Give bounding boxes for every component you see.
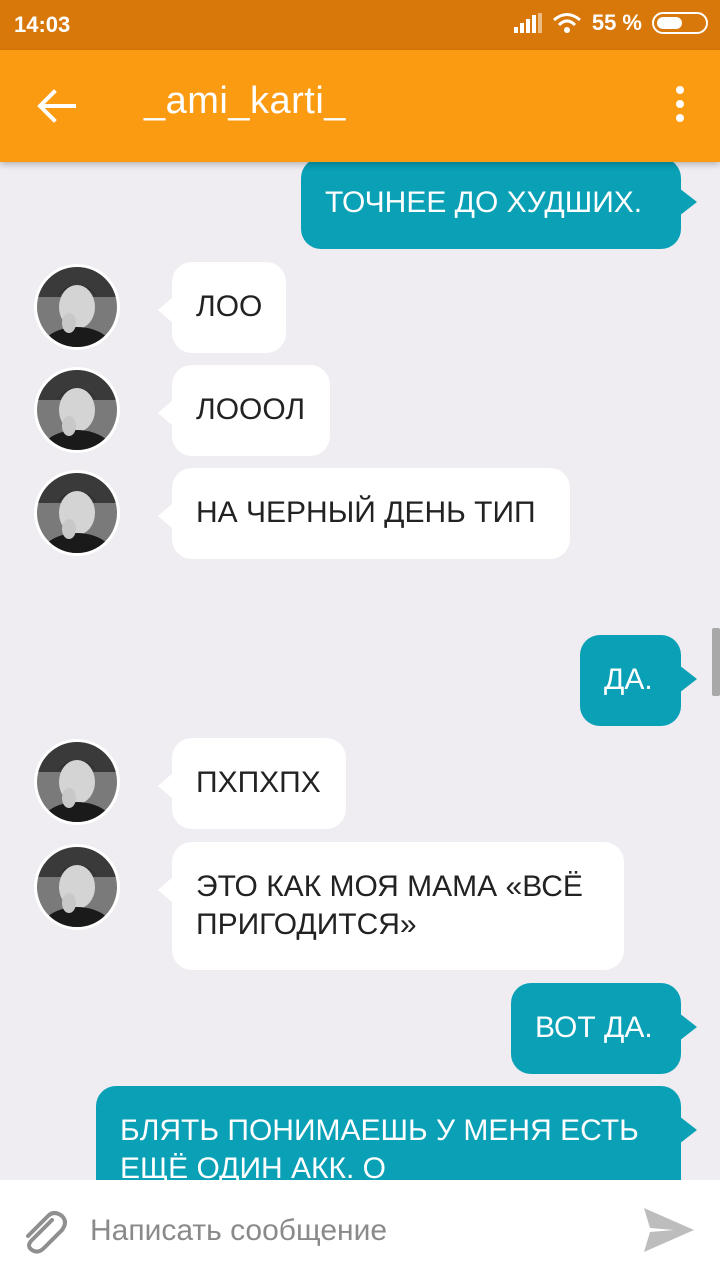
arrow-left-icon[interactable] (34, 86, 78, 126)
message-input[interactable] (88, 1202, 612, 1260)
message-bubble[interactable]: ДА. (580, 635, 697, 726)
message-text: ЛОООЛ (196, 393, 306, 426)
app-bar: _ami_karti_ (0, 50, 720, 162)
wifi-icon (552, 13, 581, 33)
avatar[interactable] (34, 264, 120, 350)
message-bubble[interactable]: ЛОООЛ (158, 365, 330, 456)
scrollbar[interactable] (712, 628, 720, 696)
signal-icon (513, 13, 542, 33)
message-bubble[interactable]: ВОТ ДА. (511, 983, 697, 1074)
chat-title[interactable]: _ami_karti_ (144, 80, 346, 123)
message-text: ЭТО КАК МОЯ МАМА «ВСЁ ПРИГОДИТСЯ» (196, 870, 583, 941)
message-list[interactable]: ТОЧНЕЕ ДО ХУДШИХ. ЛОО ЛОООЛ НА ЧЕРНЫЙ ДЕ… (0, 162, 720, 1180)
message-text: ПХПХПХ (196, 766, 321, 799)
message-text: БЛЯТЬ ПОНИМАЕШЬ У МЕНЯ ЕСТЬ ЕЩЁ ОДИН АКК… (120, 1114, 639, 1180)
message-bubble[interactable]: ЛОО (158, 262, 286, 353)
message-text: ВОТ ДА. (535, 1011, 653, 1044)
message-text: НА ЧЕРНЫЙ ДЕНЬ ТИП (196, 496, 536, 529)
message-text: ЛОО (196, 290, 263, 323)
composer-bar (0, 1180, 720, 1280)
message-bubble[interactable]: ТОЧНЕЕ ДО ХУДШИХ. (301, 162, 697, 249)
message-text: ДА. (604, 663, 653, 696)
avatar[interactable] (34, 367, 120, 453)
battery-percent: 55 % (591, 10, 642, 35)
avatar[interactable] (34, 844, 120, 930)
message-bubble[interactable]: БЛЯТЬ ПОНИМАЕШЬ У МЕНЯ ЕСТЬ ЕЩЁ ОДИН АКК… (96, 1086, 697, 1180)
message-bubble[interactable]: ПХПХПХ (158, 738, 346, 829)
status-time: 14:03 (14, 12, 71, 37)
message-bubble[interactable]: ЭТО КАК МОЯ МАМА «ВСЁ ПРИГОДИТСЯ» (158, 842, 624, 970)
message-bubble[interactable]: НА ЧЕРНЫЙ ДЕНЬ ТИП (158, 468, 570, 559)
battery-icon (652, 12, 708, 34)
status-bar: 14:03 55 % (0, 0, 720, 50)
avatar[interactable] (34, 470, 120, 556)
message-text: ТОЧНЕЕ ДО ХУДШИХ. (325, 186, 643, 219)
paperclip-icon[interactable] (18, 1206, 70, 1256)
send-icon[interactable] (640, 1202, 698, 1258)
avatar[interactable] (34, 739, 120, 825)
status-right: 55 % (513, 10, 708, 36)
more-vertical-icon[interactable] (674, 86, 686, 126)
